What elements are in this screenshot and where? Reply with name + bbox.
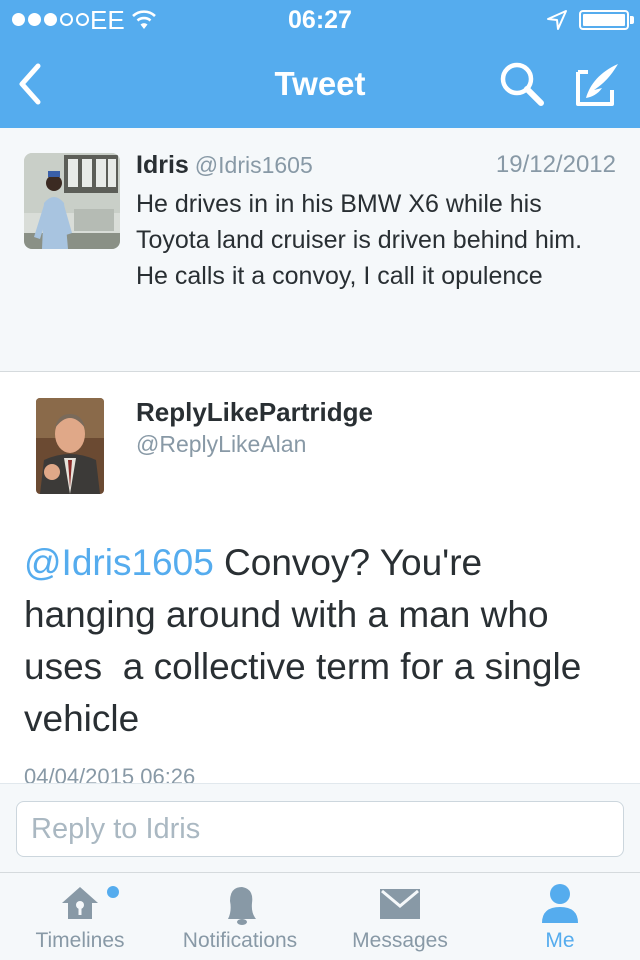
tab-label: Messages bbox=[352, 929, 448, 952]
battery-tip bbox=[630, 16, 634, 24]
header: EE 06:27 Tweet bbox=[0, 0, 640, 128]
tweet-date: 19/12/2012 bbox=[495, 151, 616, 178]
tweet-screen: EE 06:27 Tweet Idris @Idris1605 19/12/20… bbox=[0, 0, 640, 960]
tab-bar: Timelines Notifications Messages Me bbox=[0, 872, 640, 960]
status-time: 06:27 bbox=[288, 6, 352, 34]
parent-tweet[interactable]: Idris @Idris1605 19/12/2012 He drives in … bbox=[0, 128, 640, 372]
author-name[interactable]: ReplyLikePartridge bbox=[136, 395, 373, 429]
tab-label: Notifications bbox=[182, 929, 298, 952]
author-handle[interactable]: @Idris1605 bbox=[195, 152, 313, 178]
tweet-text: @Idris1605 Convoy? You're hanging around… bbox=[24, 537, 624, 745]
avatar[interactable] bbox=[36, 398, 104, 494]
avatar[interactable] bbox=[24, 153, 120, 249]
location-arrow-icon bbox=[547, 10, 567, 30]
tweet-text: He drives in in his BMW X6 while his Toy… bbox=[136, 190, 583, 290]
tab-timelines[interactable]: Timelines bbox=[0, 873, 160, 960]
new-items-dot bbox=[107, 886, 119, 898]
envelope-icon bbox=[380, 889, 420, 919]
status-bar: EE 06:27 bbox=[0, 0, 640, 40]
tab-label: Timelines bbox=[35, 929, 125, 952]
tab-me[interactable]: Me bbox=[480, 873, 640, 960]
author-name[interactable]: Idris bbox=[136, 151, 189, 179]
person-icon bbox=[542, 884, 578, 923]
parent-tweet-header: Idris @Idris1605 19/12/2012 bbox=[136, 150, 616, 182]
tweet-timestamp: 04/04/2015 06:26 bbox=[24, 764, 196, 784]
tab-notifications[interactable]: Notifications bbox=[160, 873, 320, 960]
author-handle[interactable]: @ReplyLikeAlan bbox=[136, 429, 306, 459]
nav-bar: Tweet bbox=[0, 40, 640, 128]
battery-icon bbox=[579, 10, 629, 30]
home-icon bbox=[62, 887, 98, 919]
reply-bar bbox=[0, 783, 640, 872]
main-tweet: ReplyLikePartridge @ReplyLikeAlan @Idris… bbox=[0, 373, 640, 783]
reply-input[interactable] bbox=[16, 801, 624, 857]
compose-icon[interactable] bbox=[572, 60, 622, 110]
bell-icon bbox=[228, 887, 256, 925]
mention-link[interactable]: @Idris1605 bbox=[24, 542, 214, 583]
tab-label: Me bbox=[545, 929, 575, 952]
tab-messages[interactable]: Messages bbox=[320, 873, 480, 960]
search-icon[interactable] bbox=[498, 60, 546, 108]
